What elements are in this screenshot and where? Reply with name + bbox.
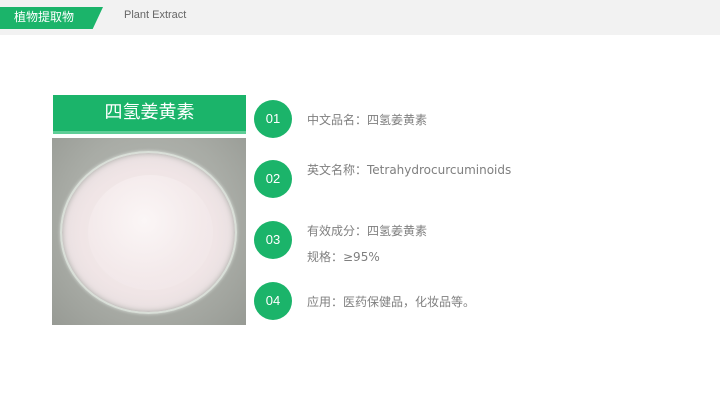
product-photo xyxy=(52,138,246,325)
specification: 规格：≥95% xyxy=(307,250,380,264)
active-ingredient: 有效成分：四氢姜黄素 xyxy=(307,224,428,238)
header-subtitle: Plant Extract xyxy=(124,9,187,21)
product-title: 四氢姜黄素 xyxy=(104,102,195,123)
category-tag-label: 植物提取物 xyxy=(14,10,75,24)
product-title-box: 四氢姜黄素 xyxy=(53,95,246,134)
item-number-03: 03 xyxy=(254,221,292,259)
application: 应用：医药保健品，化妆品等。 xyxy=(307,295,476,309)
english-name: 英文名称：Tetrahydrocurcuminoids xyxy=(307,163,512,177)
petri-dish xyxy=(60,151,237,314)
item-number-01: 01 xyxy=(254,100,292,138)
powder xyxy=(88,175,213,290)
item-number-02: 02 xyxy=(254,160,292,198)
item-number-04: 04 xyxy=(254,282,292,320)
chinese-name: 中文品名：四氢姜黄素 xyxy=(307,113,428,127)
top-bar xyxy=(0,0,720,35)
